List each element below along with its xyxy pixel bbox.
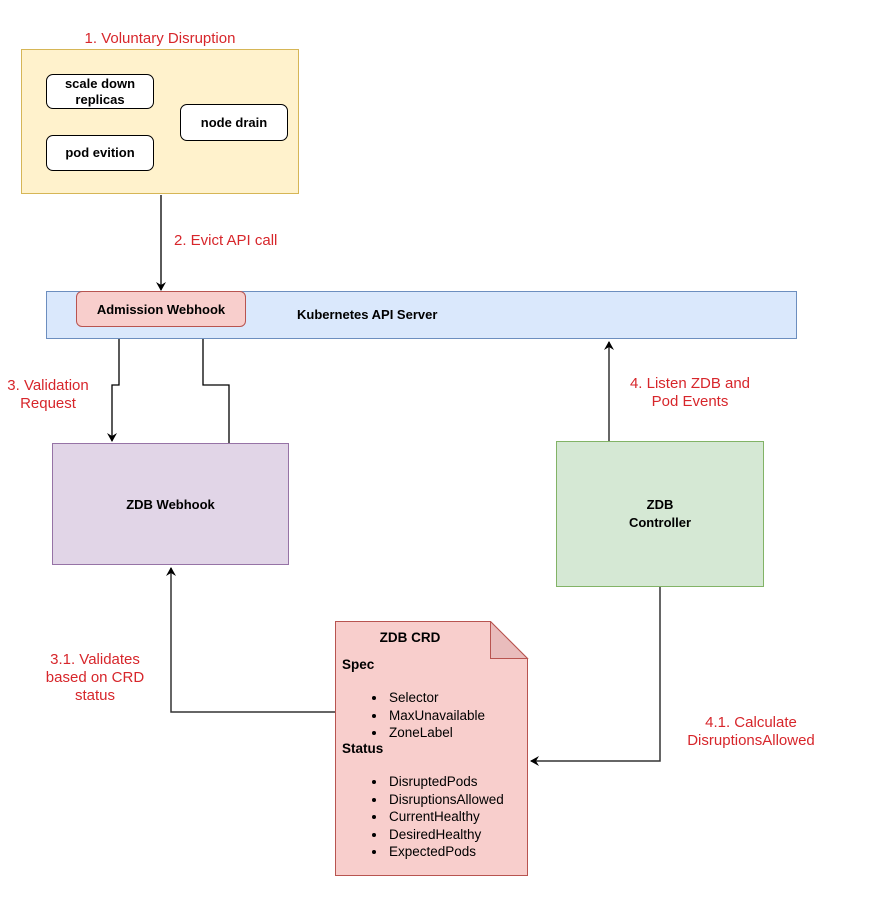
calculate-arrow [530,586,661,766]
spec-item: ZoneLabel [387,724,485,742]
zdb-controller-line1: ZDB [646,497,674,512]
status-item: DisruptedPods [387,773,504,791]
pod-eviction-node[interactable]: pod evition [46,135,154,171]
validation-request-arrow [107,327,120,442]
scale-down-replicas-node[interactable]: scale down replicas [46,74,154,109]
node-drain-node[interactable]: node drain [180,104,288,141]
zdb-controller[interactable]: ZDB Controller [556,441,764,587]
validation-response-arrow [198,329,230,443]
listen-events-line1: 4. Listen ZDB and [629,375,751,392]
node-drain-text: node drain [200,114,268,130]
kubernetes-api-server-title: Kubernetes API Server [297,307,438,322]
spec-item: MaxUnavailable [387,707,485,725]
validation-request-label: 3. Validation Request [0,377,96,413]
status-item: DesiredHealthy [387,826,504,844]
zdb-webhook-title: ZDB Webhook [126,496,215,512]
admission-webhook-title: Admission Webhook [96,301,226,317]
status-list: DisruptedPods DisruptionsAllowed Current… [335,773,504,861]
zdb-crd[interactable]: ZDB CRD Spec Selector MaxUnavailable Zon… [335,621,529,877]
admission-webhook[interactable]: Admission Webhook [76,291,246,327]
voluntary-disruption-label: 1. Voluntary Disruption [84,30,236,47]
spec-list: Selector MaxUnavailable ZoneLabel [335,689,485,742]
scale-down-line1: scale down [64,75,136,91]
voluntary-disruption-group: scale down replicas node drain pod eviti… [21,49,299,194]
spec-item: Selector [387,689,485,707]
status-item: CurrentHealthy [387,808,504,826]
listen-events-label: 4. Listen ZDB and Pod Events [618,375,762,411]
calculate-line2: DisruptionsAllowed [687,732,815,749]
scale-down-line2: replicas [75,91,125,107]
calculate-label: 4.1. Calculate DisruptionsAllowed [672,714,830,750]
zdb-webhook[interactable]: ZDB Webhook [52,443,289,565]
zdb-crd-title: ZDB CRD [379,630,441,645]
evict-api-call-label: 2. Evict API call [174,232,278,249]
pod-eviction-text: pod evition [65,145,135,160]
validates-label: 3.1. Validates based on CRD status [30,651,160,705]
validates-line2: based on CRD [45,669,145,686]
status-item: DisruptionsAllowed [387,791,504,809]
validates-line3: status [74,687,116,704]
calculate-line1: 4.1. Calculate [705,714,797,731]
validation-request-line2: Request [20,395,76,412]
validation-request-line1: 3. Validation [7,377,89,394]
validates-arrow [166,567,336,713]
status-heading: Status [342,741,384,756]
zdb-controller-line2: Controller [628,515,692,530]
spec-heading: Spec [342,657,375,672]
listen-events-line2: Pod Events [651,393,729,410]
validates-line1: 3.1. Validates [50,651,140,668]
status-item: ExpectedPods [387,843,504,861]
